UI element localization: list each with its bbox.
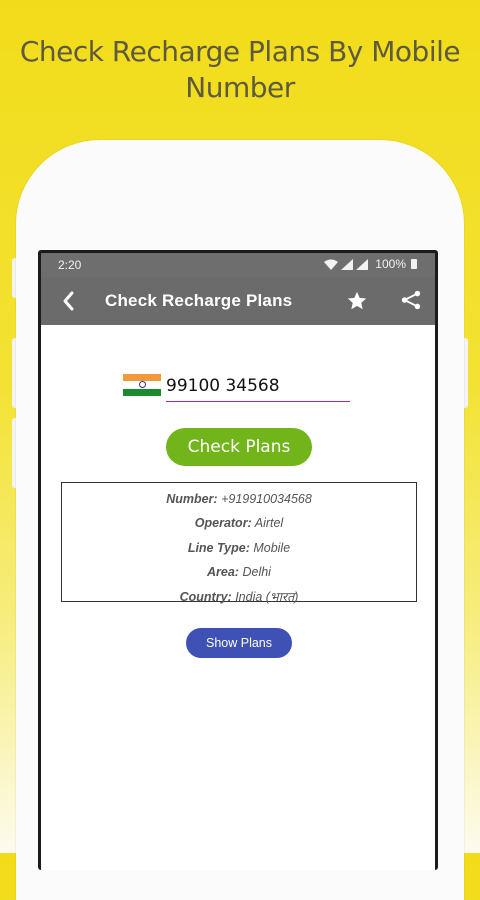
- promo-headline: Check Recharge Plans By Mobile Number: [19, 35, 461, 104]
- status-icons: 100%: [324, 257, 417, 271]
- share-icon[interactable]: [400, 289, 422, 311]
- show-plans-button[interactable]: Show Plans: [186, 628, 292, 658]
- info-row-country: Country: India (भारत): [62, 585, 416, 609]
- india-flag-icon[interactable]: [123, 374, 161, 396]
- battery-icon: [411, 259, 417, 269]
- phone-screen: 2:20 100% Check Recharge Plans 99100 345…: [38, 250, 438, 870]
- area-label: Area:: [207, 565, 239, 580]
- operator-label: Operator:: [194, 516, 252, 531]
- app-screen: 2:20 100% Check Recharge Plans 99100 345…: [41, 253, 435, 870]
- status-bar: 2:20 100%: [41, 253, 435, 277]
- app-bar: Check Recharge Plans: [41, 277, 435, 325]
- battery-percent: 100%: [375, 257, 406, 271]
- star-icon[interactable]: [346, 290, 368, 312]
- country-value: India (भारत): [235, 589, 299, 604]
- line-type-value: Mobile: [253, 540, 291, 555]
- number-value: +919910034568: [221, 492, 312, 506]
- signal-icon: [341, 258, 354, 270]
- check-plans-button[interactable]: Check Plans: [166, 428, 312, 466]
- info-row-area: Area: Delhi: [62, 560, 416, 584]
- status-time: 2:20: [58, 258, 82, 272]
- info-row-number: Number: +919910034568: [62, 487, 416, 511]
- info-row-operator: Operator: Airtel: [62, 511, 416, 535]
- phone-number-input[interactable]: [166, 373, 350, 402]
- area-value: Delhi: [242, 565, 271, 580]
- number-label: Number:: [166, 492, 218, 506]
- operator-info-box: Number: +919910034568 Operator: Airtel L…: [61, 482, 417, 604]
- wifi-icon: [324, 259, 339, 270]
- country-label: Country:: [179, 589, 232, 604]
- info-row-line-type: Line Type: Mobile: [62, 536, 416, 560]
- operator-value: Airtel: [254, 516, 284, 531]
- app-bar-title: Check Recharge Plans: [105, 291, 293, 310]
- back-arrow-icon[interactable]: [61, 290, 75, 312]
- line-type-label: Line Type:: [187, 540, 250, 555]
- signal-icon: [356, 258, 369, 270]
